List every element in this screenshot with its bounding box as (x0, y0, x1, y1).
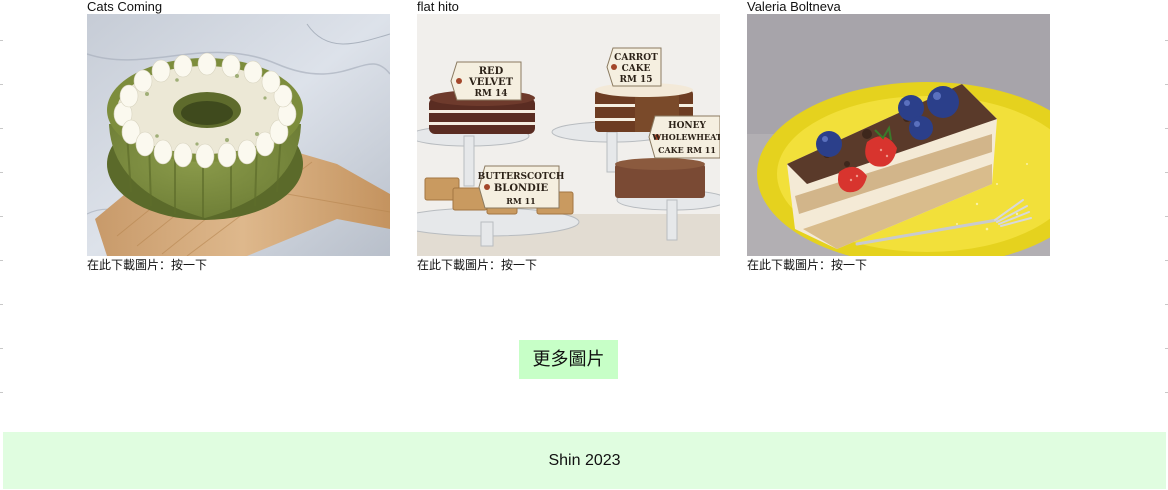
photo-author: Valeria Boltneva (747, 0, 841, 14)
more-images-button[interactable]: 更多圖片 (519, 340, 618, 379)
tag-line: RM 15 (619, 75, 652, 85)
edge-mark (0, 348, 3, 349)
tag-line: VELVET (468, 77, 514, 88)
edge-mark (0, 40, 3, 41)
photo-card: flat hito RED VELVET RM 14 CARROT CAKE R… (417, 0, 720, 273)
edge-mark (0, 172, 3, 173)
tag-line: CAKE RM 11 (658, 145, 716, 155)
tag-line: BUTTERSCOTCH (478, 172, 565, 182)
edge-mark (0, 84, 3, 85)
tiramisu-blueberry-photo[interactable] (747, 14, 1050, 256)
page-footer: Shin 2023 (3, 432, 1166, 489)
tag-line: CARROT (614, 53, 658, 63)
tag-line: WHOLEWHEAT (651, 132, 720, 142)
matcha-bundt-cake-illustration (87, 14, 390, 256)
download-link[interactable]: 在此下載圖片：按一下 (417, 257, 720, 273)
tag-line: BLONDIE (494, 183, 549, 194)
edge-mark (0, 216, 3, 217)
edge-mark (0, 128, 3, 129)
photo-card: Cats Coming 在此下載圖片：按一下 (87, 0, 390, 273)
bakery-cake-stands-photo[interactable]: RED VELVET RM 14 CARROT CAKE RM 15 HONEY… (417, 14, 720, 256)
tag-line: RED (479, 66, 504, 77)
edge-mark (0, 304, 3, 305)
tag-line: RM 14 (474, 89, 507, 99)
edge-mark (0, 392, 3, 393)
matcha-bundt-cake-photo[interactable] (87, 14, 390, 256)
tag-line: RM 11 (506, 196, 535, 206)
photo-author: Cats Coming (87, 0, 163, 14)
bakery-cake-stands-illustration: RED VELVET RM 14 CARROT CAKE RM 15 HONEY… (417, 14, 720, 256)
tag-line: HONEY (668, 121, 706, 131)
download-link[interactable]: 在此下載圖片：按一下 (747, 257, 1050, 273)
download-link[interactable]: 在此下載圖片：按一下 (87, 257, 390, 273)
tag-line: CAKE (622, 64, 651, 74)
photo-gallery: Cats Coming 在此下載圖片：按一下 flat hito RED VEL… (87, 0, 1050, 272)
photo-card: Valeria Boltneva 在此下載圖片：按一下 (747, 0, 1050, 273)
footer-copyright: Shin 2023 (548, 452, 621, 469)
tiramisu-blueberry-illustration (747, 14, 1050, 256)
edge-mark (0, 260, 3, 261)
photo-author: flat hito (417, 0, 459, 14)
